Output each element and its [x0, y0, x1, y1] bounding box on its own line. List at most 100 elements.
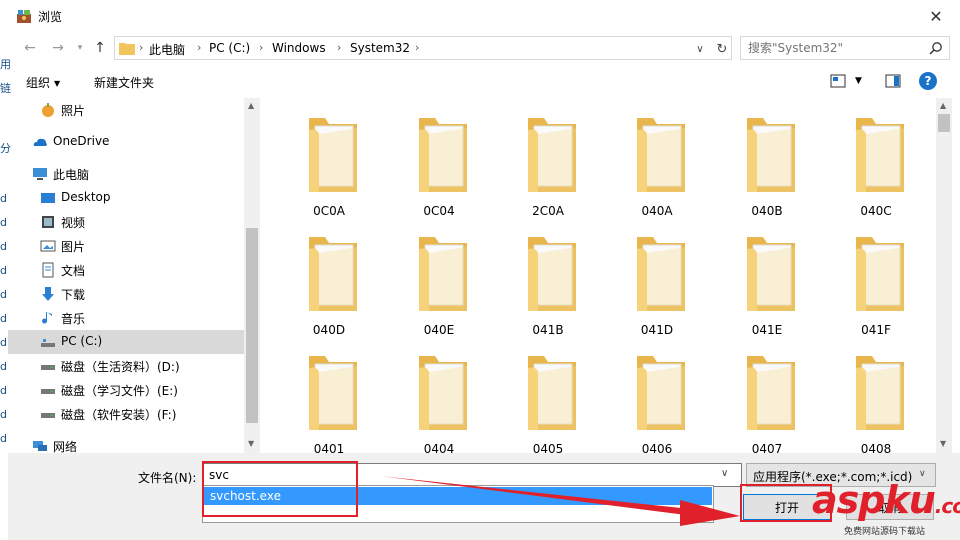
view-options-icon[interactable] — [830, 74, 846, 88]
folder-item[interactable]: 0405 — [498, 336, 598, 453]
new-folder-button[interactable]: 新建文件夹 — [94, 74, 154, 91]
folder-item[interactable]: 0C0A — [279, 98, 379, 218]
sidebar-item-videos[interactable]: 视频 — [8, 210, 244, 234]
folder-label: 0405 — [532, 442, 564, 453]
search-input[interactable] — [741, 37, 927, 59]
sidebar-item-downloads[interactable]: 下载 — [8, 282, 244, 306]
network-icon — [33, 441, 47, 451]
close-button[interactable]: ✕ — [916, 0, 956, 32]
folder-label: 0407 — [751, 442, 783, 453]
folder-label: 041E — [751, 323, 783, 337]
breadcrumb-c-drive[interactable]: PC (C:) — [209, 41, 250, 55]
forward-button[interactable]: → — [48, 38, 68, 58]
folder-icon — [528, 356, 576, 430]
sidebar-item-documents[interactable]: 文档 — [8, 258, 244, 282]
folder-item[interactable]: 041E — [717, 217, 817, 337]
sidebar-item-c-drive[interactable]: PC (C:) — [8, 330, 244, 354]
breadcrumb-windows[interactable]: Windows — [272, 41, 326, 55]
folder-item[interactable]: 040B — [717, 98, 817, 218]
sidebar-item-f-drive[interactable]: 磁盘（软件安装）(F:) — [8, 402, 244, 426]
file-list: 0C0A 0C04 2C0A 040A 040B 040C 040D 040E 041B 041D… — [260, 98, 952, 453]
folder-label: 0401 — [313, 442, 345, 453]
folder-item[interactable]: 040D — [279, 217, 379, 337]
folder-item[interactable]: 0406 — [607, 336, 707, 453]
scrollbar-thumb[interactable] — [246, 228, 258, 423]
arrow-up-icon: ↑ — [94, 40, 106, 56]
folder-item[interactable]: 0401 — [279, 336, 379, 453]
folder-item[interactable]: 040C — [826, 98, 926, 218]
arrow-right-icon: → — [52, 40, 64, 56]
scrollbar-thumb[interactable] — [938, 114, 950, 132]
folder-item[interactable]: 040A — [607, 98, 707, 218]
help-button[interactable]: ? — [919, 72, 937, 90]
folder-icon — [309, 356, 357, 430]
background-app-edge: 用 链 分 d d d d d d d d d d d — [0, 58, 11, 445]
sidebar-item-desktop[interactable]: Desktop — [8, 186, 244, 210]
annotation-box-filename — [202, 461, 358, 517]
scroll-down-icon[interactable]: ▼ — [248, 440, 256, 448]
folder-item[interactable]: 040E — [389, 217, 489, 337]
sidebar-item-network[interactable]: 网络 — [8, 434, 244, 453]
folder-label: 041F — [861, 323, 891, 337]
window-title: 浏览 — [38, 10, 63, 24]
search-icon[interactable] — [929, 41, 943, 55]
back-button[interactable]: ← — [20, 38, 40, 58]
folder-item[interactable]: 041B — [498, 217, 598, 337]
up-button[interactable]: ↑ — [90, 38, 110, 58]
folder-icon — [309, 118, 357, 192]
title-bar: 浏览 ✕ — [0, 0, 960, 32]
file-open-dialog: 浏览 ✕ 用 链 分 d d d d d d d d d d d ← → ▾ ↑… — [0, 0, 960, 540]
sidebar-scrollbar[interactable]: ▲ ▼ — [244, 98, 260, 453]
refresh-button[interactable]: ↻ — [713, 40, 731, 58]
caret-down-icon: ▼ — [54, 79, 61, 88]
folder-icon — [637, 237, 685, 311]
view-options-dropdown[interactable]: ▼ — [855, 76, 862, 86]
video-icon — [42, 216, 54, 228]
close-icon: ✕ — [929, 6, 943, 26]
scroll-down-icon[interactable]: ▼ — [940, 440, 946, 448]
search-box — [740, 36, 950, 60]
sidebar-item-photos[interactable]: 照片 — [8, 98, 244, 122]
breadcrumb-separator-icon: › — [415, 41, 420, 54]
onedrive-cloud-icon — [33, 138, 47, 146]
folder-icon — [419, 118, 467, 192]
folder-item[interactable]: 0404 — [389, 336, 489, 453]
folder-icon — [309, 237, 357, 311]
folder-item[interactable]: 0407 — [717, 336, 817, 453]
preview-pane-icon[interactable] — [885, 74, 901, 88]
sidebar-item-pictures[interactable]: 图片 — [8, 234, 244, 258]
scroll-up-icon[interactable]: ▲ — [940, 102, 946, 110]
address-history-dropdown[interactable]: ∨ — [691, 40, 709, 58]
breadcrumb-this-pc[interactable]: 此电脑 — [149, 41, 185, 58]
command-bar: 组织 ▼ 新建文件夹 ▼ ? — [8, 64, 960, 98]
address-bar[interactable]: › 此电脑 › PC (C:) › Windows › System32 › ∨… — [114, 36, 732, 60]
organize-menu[interactable]: 组织 ▼ — [26, 74, 60, 91]
folder-label: 040A — [641, 204, 673, 218]
folder-item[interactable]: 0C04 — [389, 98, 489, 218]
recent-locations-button[interactable]: ▾ — [70, 38, 90, 58]
folder-icon — [637, 356, 685, 430]
scroll-up-icon[interactable]: ▲ — [248, 102, 256, 110]
folder-icon — [856, 237, 904, 311]
folder-item[interactable]: 041F — [826, 217, 926, 337]
app-icon — [17, 10, 31, 23]
file-list-scrollbar[interactable]: ▲ ▼ — [936, 98, 952, 453]
watermark-brand: aspku.com — [812, 478, 960, 522]
breadcrumb-separator-icon: › — [197, 41, 202, 54]
folder-item[interactable]: 2C0A — [498, 98, 598, 218]
folder-icon — [856, 118, 904, 192]
sidebar-item-music[interactable]: 音乐 — [8, 306, 244, 330]
sidebar-item-d-drive[interactable]: 磁盘（生活资料）(D:) — [8, 354, 244, 378]
drive-icon — [41, 339, 55, 347]
folder-icon — [419, 356, 467, 430]
folder-icon — [747, 118, 795, 192]
breadcrumb-system32[interactable]: System32 — [350, 41, 410, 55]
arrow-left-icon: ← — [24, 40, 36, 56]
sidebar-item-this-pc[interactable]: 此电脑 — [8, 162, 244, 186]
navigation-bar: ← → ▾ ↑ › 此电脑 › PC (C:) › Windows › Syst… — [8, 32, 960, 64]
folder-item[interactable]: 041D — [607, 217, 707, 337]
sidebar-item-onedrive[interactable]: OneDrive — [8, 130, 244, 154]
refresh-icon: ↻ — [716, 41, 728, 57]
sidebar-item-e-drive[interactable]: 磁盘（学习文件）(E:) — [8, 378, 244, 402]
folder-item[interactable]: 0408 — [826, 336, 926, 453]
